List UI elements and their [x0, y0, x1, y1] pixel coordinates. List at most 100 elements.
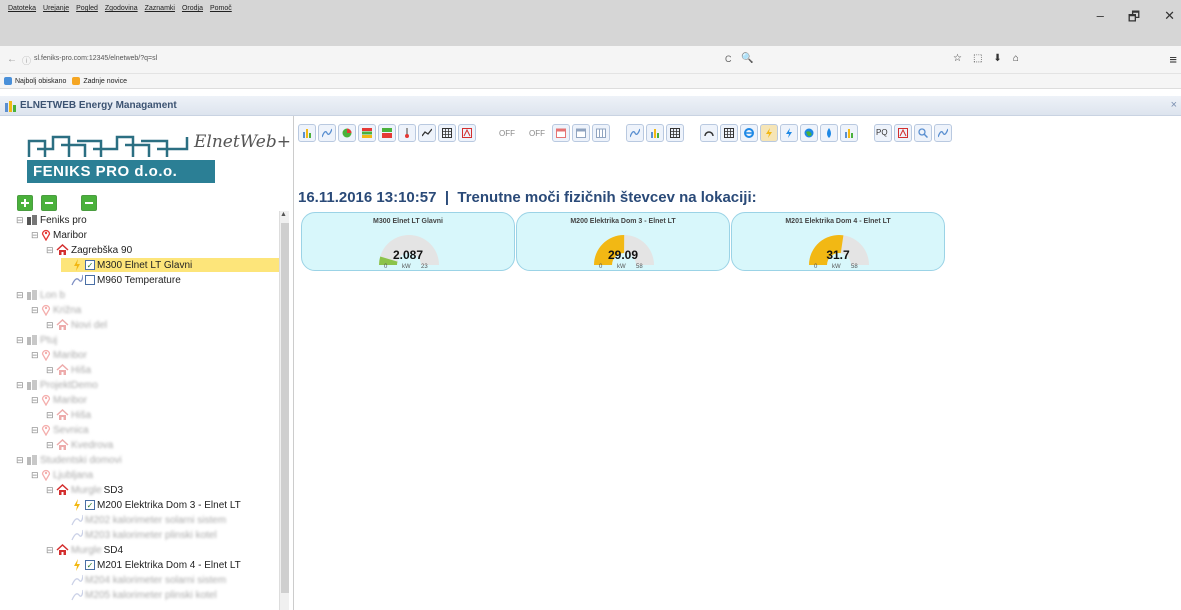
search-icon[interactable]: 🔍 — [741, 53, 753, 64]
expander-icon[interactable]: ⊟ — [31, 395, 41, 406]
library-icon[interactable]: ⬚ — [973, 53, 982, 64]
minimize-button[interactable]: – — [1097, 8, 1104, 30]
tree-node[interactable]: ⊟ ProjektDemo — [16, 378, 98, 392]
tree-node[interactable]: ⊟ Lon b — [16, 288, 65, 302]
bookmark-star-icon[interactable]: ☆ — [953, 53, 962, 64]
expander-icon[interactable]: ⊟ — [46, 410, 56, 421]
tree-node[interactable]: M204 kalorimeter solarni sistem — [61, 573, 226, 587]
pie-chart-button[interactable] — [338, 124, 356, 142]
download-icon[interactable]: ⬇ — [993, 53, 1001, 64]
toggle-off-2[interactable]: OFF — [522, 129, 552, 138]
trend-button[interactable] — [418, 124, 436, 142]
expander-icon[interactable]: ⊟ — [46, 320, 56, 331]
tree-node[interactable]: M202 kalorimeter solarni sistem — [61, 513, 226, 527]
expander-icon[interactable]: ⊟ — [16, 455, 26, 466]
collapse-button[interactable] — [41, 195, 57, 211]
tree-checkbox[interactable]: ✓ — [85, 500, 95, 510]
expander-icon[interactable]: ⊟ — [31, 230, 41, 241]
tree-node[interactable]: ⊟ Murgle SD3 — [46, 483, 123, 497]
home-icon[interactable]: ⌂ — [1013, 53, 1019, 64]
bookmark-najbolj-obiskano[interactable]: Najbolj obiskano — [15, 78, 66, 85]
info-icon[interactable]: ⓘ — [22, 54, 31, 67]
line-chart-button[interactable] — [318, 124, 336, 142]
menu-orodja[interactable]: Orodja — [182, 5, 203, 12]
tree-node[interactable]: M960 Temperature — [61, 273, 181, 287]
table-button[interactable] — [438, 124, 456, 142]
stacked-chart-button[interactable] — [358, 124, 376, 142]
globe-button[interactable] — [800, 124, 818, 142]
tree-node[interactable]: ⊟ Križna — [31, 303, 81, 317]
toggle-off-1[interactable]: OFF — [492, 129, 522, 138]
hamburger-menu-icon[interactable]: ≡ — [1169, 52, 1177, 67]
pdf-button[interactable] — [458, 124, 476, 142]
tree-node[interactable]: ⊟ Sevnica — [31, 423, 89, 437]
tree-node[interactable]: M205 kalorimeter plinski kotel — [61, 588, 217, 602]
calendar-week-button[interactable] — [572, 124, 590, 142]
menu-zaznamki[interactable]: Zaznamki — [145, 5, 175, 12]
tree-node[interactable]: ⊟ Hiša — [46, 408, 91, 422]
lightning-blue-button[interactable] — [780, 124, 798, 142]
tree-node[interactable]: ⊟ Feniks pro — [16, 213, 87, 227]
thermometer-button[interactable] — [398, 124, 416, 142]
tree-checkbox[interactable]: ✓ — [85, 260, 95, 270]
gauge-card-m200[interactable]: M200 Elektrika Dom 3 - Elnet LT 29.09 0 … — [516, 212, 730, 271]
water-button[interactable] — [820, 124, 838, 142]
bar-chart-button-3[interactable] — [840, 124, 858, 142]
reload-button[interactable]: C — [725, 54, 732, 64]
tree-node[interactable]: M203 kalorimeter plinski kotel — [61, 528, 217, 542]
expander-icon[interactable]: ⊟ — [16, 380, 26, 391]
expander-icon[interactable]: ⊟ — [16, 290, 26, 301]
tree-node[interactable]: ⊟ Novi del — [46, 318, 107, 332]
pdf-button-2[interactable] — [894, 124, 912, 142]
table-button-3[interactable] — [720, 124, 738, 142]
bar-chart-button-2[interactable] — [646, 124, 664, 142]
tree-node[interactable]: ⊟ Studentski domovi — [16, 453, 122, 467]
pq-button[interactable]: PQ — [874, 124, 892, 142]
tree-node[interactable]: ⊟ Murgle SD4 — [46, 543, 123, 557]
line-chart-button-3[interactable] — [934, 124, 952, 142]
calendar-month-button[interactable] — [592, 124, 610, 142]
zoom-button[interactable] — [914, 124, 932, 142]
table-button-2[interactable] — [666, 124, 684, 142]
tree-node[interactable]: ⊟ Ptuj — [16, 333, 57, 347]
tree-node[interactable]: ⊟ Zagrebška 90 — [46, 243, 132, 257]
expander-icon[interactable]: ⊟ — [16, 335, 26, 346]
expander-icon[interactable]: ⊟ — [31, 470, 41, 481]
expander-icon[interactable]: ⊟ — [46, 245, 56, 256]
calendar-day-button[interactable] — [552, 124, 570, 142]
gauge-card-m300[interactable]: M300 Elnet LT Glavni 2.087 0 kW 23 — [301, 212, 515, 271]
menu-zgodovina[interactable]: Zgodovina — [105, 5, 138, 12]
tree-node[interactable]: ⊟ Maribor — [31, 348, 87, 362]
expander-icon[interactable]: ⊟ — [46, 545, 56, 556]
menu-datoteka[interactable]: Datoteka — [8, 5, 36, 12]
scroll-up-arrow-icon[interactable]: ▲ — [280, 211, 287, 218]
restore-button[interactable]: 🗗 — [1128, 8, 1140, 30]
tree-node[interactable]: ⊟ Kvedrova — [46, 438, 113, 452]
expander-icon[interactable]: ⊟ — [16, 215, 26, 226]
url-field[interactable]: sl.feniks-pro.com:12345/elnetweb/?q=sl — [34, 55, 157, 62]
tree-node[interactable]: ⊟ Maribor — [31, 228, 87, 242]
browser-e-button[interactable] — [740, 124, 758, 142]
tree-node[interactable]: ✓ M300 Elnet LT Glavni — [61, 258, 281, 272]
tree-node[interactable]: ✓ M201 Elektrika Dom 4 - Elnet LT — [61, 558, 241, 572]
lightning-button[interactable] — [760, 124, 778, 142]
bar-chart-button[interactable] — [298, 124, 316, 142]
gauge-card-m201[interactable]: M201 Elektrika Dom 4 - Elnet LT 31.7 0 k… — [731, 212, 945, 271]
expander-icon[interactable]: ⊟ — [31, 350, 41, 361]
tree-node[interactable]: ⊟ Ljubljana — [31, 468, 93, 482]
tree-checkbox[interactable]: ✓ — [85, 560, 95, 570]
tree-checkbox[interactable] — [85, 275, 95, 285]
scroll-thumb[interactable] — [281, 223, 289, 593]
line-chart-button-2[interactable] — [626, 124, 644, 142]
tree-node[interactable]: ⊟ Hiša — [46, 363, 91, 377]
add-button[interactable] — [17, 195, 33, 211]
menu-pomoc[interactable]: Pomoč — [210, 5, 232, 12]
expander-icon[interactable]: ⊟ — [46, 365, 56, 376]
close-window-button[interactable]: ✕ — [1164, 8, 1175, 30]
back-arrow-icon[interactable]: ← — [7, 54, 17, 65]
bookmark-zadnje-novice[interactable]: Zadnje novice — [83, 78, 127, 85]
menu-pogled[interactable]: Pogled — [76, 5, 98, 12]
expander-icon[interactable]: ⊟ — [31, 425, 41, 436]
tree-scrollbar[interactable]: ▲ — [279, 211, 289, 610]
expander-icon[interactable]: ⊟ — [46, 440, 56, 451]
